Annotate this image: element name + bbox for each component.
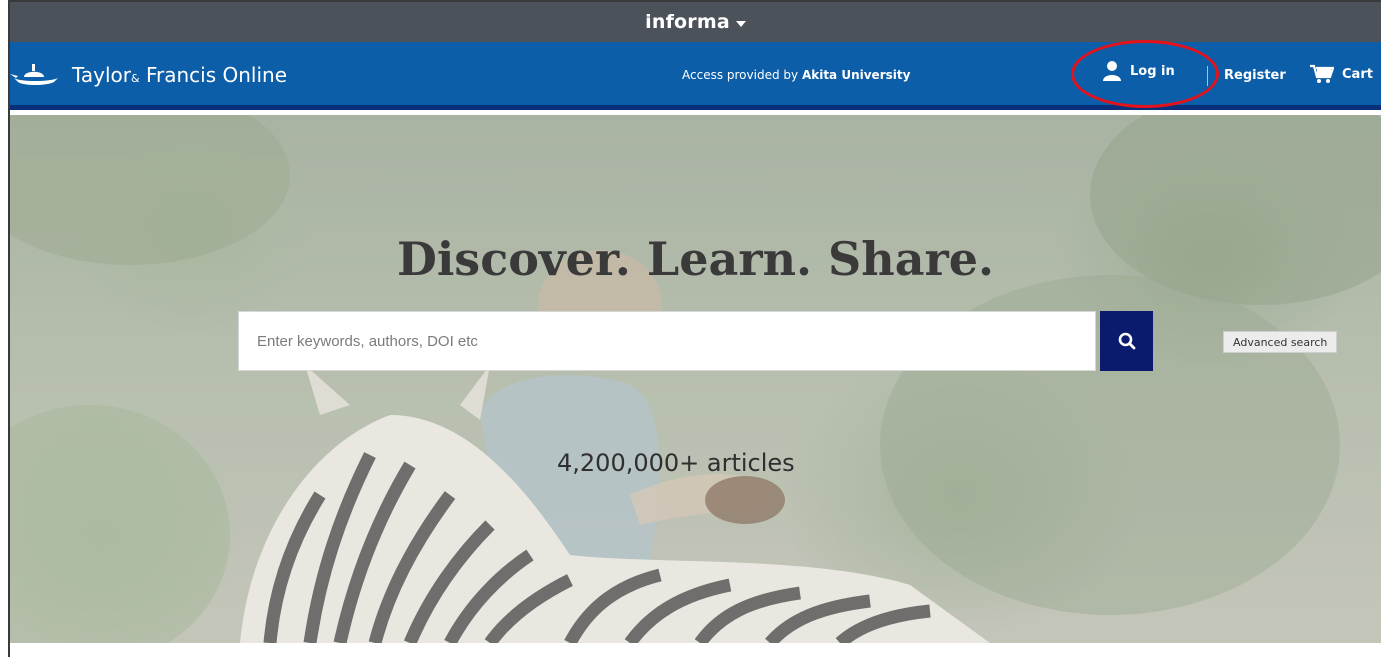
caret-down-icon	[735, 20, 746, 27]
user-icon	[1103, 61, 1121, 81]
register-link[interactable]: Register	[1224, 68, 1286, 83]
teapot-logo-icon	[10, 64, 58, 85]
hero-banner: Discover. Learn. Share. Advanced search …	[10, 115, 1381, 643]
search-input[interactable]	[239, 312, 1095, 370]
cart-link[interactable]: Cart	[1310, 64, 1373, 84]
institution-name: Akita University	[801, 68, 911, 82]
informa-brand: informa	[645, 11, 730, 33]
informa-bar: informa	[10, 2, 1381, 42]
cart-icon	[1310, 64, 1334, 83]
informa-menu[interactable]: informa	[645, 11, 746, 33]
site-logo[interactable]: Taylor& Francis Online	[10, 60, 287, 90]
access-provider: Access provided by Akita University	[682, 68, 911, 82]
search-box	[238, 311, 1096, 371]
header-divider	[1207, 66, 1208, 86]
login-link[interactable]: Log in	[1102, 60, 1175, 82]
login-label: Log in	[1130, 63, 1175, 79]
cart-label: Cart	[1342, 66, 1373, 82]
search-icon	[1118, 332, 1135, 350]
logo-wordmark: Taylor& Francis Online	[72, 63, 287, 87]
hero-title: Discover. Learn. Share.	[396, 232, 995, 286]
hero-overlay	[10, 115, 1381, 643]
search-button[interactable]	[1100, 311, 1153, 371]
browser-frame: informa Taylor& Francis Online Access pr…	[8, 0, 1381, 657]
site-header: Taylor& Francis Online Access provided b…	[10, 40, 1381, 110]
article-count: 4,200,000+ articles	[557, 449, 795, 477]
advanced-search-button[interactable]: Advanced search	[1223, 331, 1338, 353]
